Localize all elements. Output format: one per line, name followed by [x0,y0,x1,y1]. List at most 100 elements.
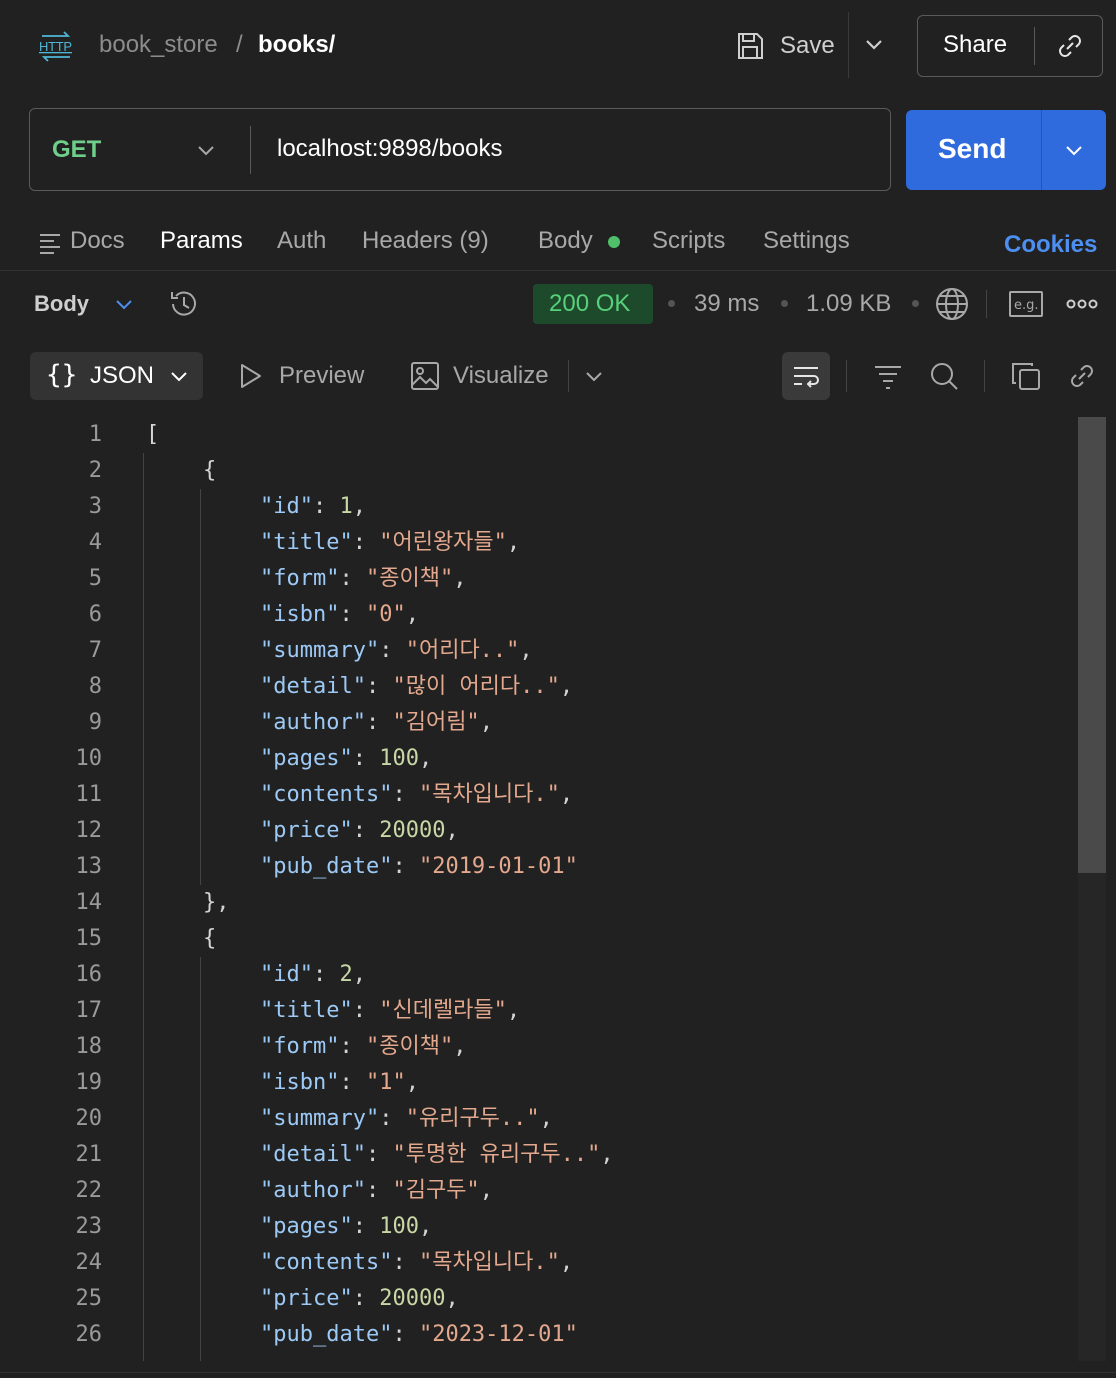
tab-auth[interactable]: Auth [277,227,326,255]
code-text: "contents": "목차입니다.", [260,777,573,813]
code-text: "contents": "목차입니다.", [260,1245,573,1281]
line-number: 13 [75,854,103,879]
code-token: 100 [379,746,419,771]
chevron-down-icon[interactable] [112,292,136,316]
send-options-chevron-down-icon[interactable] [1062,138,1086,162]
code-line: 5 "form": "종이책", [0,561,1078,597]
breadcrumb-collection[interactable]: book_store [99,31,218,59]
chevron-down-icon [167,364,191,388]
docs-icon[interactable] [38,232,62,254]
response-time[interactable]: 39 ms [694,290,759,318]
code-text: "title": "신데렐라들", [260,993,520,1029]
share-button[interactable]: Share [943,31,1007,59]
code-line: 24 "contents": "목차입니다.", [0,1245,1078,1281]
code-line: 3 "id": 1, [0,489,1078,525]
code-text: { [203,921,216,957]
line-number: 5 [88,566,102,591]
send-button[interactable]: Send [938,133,1006,165]
code-token: , [453,566,467,591]
code-text: "summary": "유리구두..", [260,1101,553,1137]
code-text: [ [146,417,159,453]
link-icon[interactable] [1066,360,1098,392]
code-line: 16 "id": 2, [0,957,1078,993]
line-number: 24 [75,1250,103,1275]
code-token: : [365,1142,393,1167]
code-line: 4 "title": "어린왕자들", [0,525,1078,561]
code-token: : [339,1034,366,1059]
code-line: 21 "detail": "투명한 유리구두..", [0,1137,1078,1173]
code-token: : [352,1214,380,1239]
code-line: 23 "pages": 100, [0,1209,1078,1245]
save-options-chevron-down-icon[interactable] [860,30,888,58]
chevron-down-icon[interactable] [582,364,606,388]
code-token: "id" [260,962,313,987]
more-options-icon[interactable] [1066,294,1098,314]
tab-params[interactable]: Params [160,227,243,255]
code-token: "author" [260,1178,366,1203]
tab-settings[interactable]: Settings [763,227,850,255]
code-text: }, [203,885,230,921]
code-line: 18 "form": "종이책", [0,1029,1078,1065]
preview-button[interactable]: Preview [279,362,364,390]
code-token: 100 [379,1214,419,1239]
copy-icon[interactable] [1010,360,1042,392]
image-icon[interactable] [409,360,441,392]
code-token: "0" [365,602,406,627]
method-select[interactable]: GET [52,136,101,164]
line-number: 9 [88,710,102,735]
code-line: 17 "title": "신데렐라들", [0,993,1078,1029]
response-size[interactable]: 1.09 KB [806,290,891,318]
code-token: "contents" [260,782,393,807]
save-button[interactable]: Save [734,22,835,70]
line-number: 21 [75,1142,103,1167]
code-token: , [405,1070,419,1095]
line-number: 11 [75,782,103,807]
code-token: { [203,926,217,951]
code-line: 15 { [0,921,1078,957]
code-token: , [506,998,521,1023]
code-text: "price": 20000, [260,1281,459,1317]
tab-docs[interactable]: Docs [70,227,125,255]
code-token: , [479,710,493,735]
url-input[interactable]: localhost:9898/books [277,135,503,163]
copy-link-icon[interactable] [1054,30,1086,62]
globe-icon[interactable] [934,286,970,322]
line-number: 22 [75,1178,103,1203]
history-icon[interactable] [167,287,201,321]
wrap-text-icon [790,360,822,392]
code-token: , [445,818,459,843]
chevron-down-icon[interactable] [194,138,218,162]
code-token: "유리구두.." [405,1106,540,1131]
example-icon[interactable]: e.g. [1008,289,1044,319]
play-icon[interactable] [238,362,264,390]
code-token: : [379,638,406,663]
svg-text:e.g.: e.g. [1014,298,1039,313]
tab-headers[interactable]: Headers (9) [362,227,489,255]
tab-scripts[interactable]: Scripts [652,227,725,255]
line-number: 10 [75,746,103,771]
code-token: , [559,1250,574,1275]
filter-icon[interactable] [872,360,904,392]
code-token: : [339,566,366,591]
response-view-select[interactable]: Body [34,291,89,317]
search-icon[interactable] [928,360,960,392]
code-token: "1" [365,1070,406,1095]
code-token: "summary" [260,638,380,663]
code-text: "title": "어린왕자들", [260,525,520,561]
cookies-link[interactable]: Cookies [1004,231,1097,259]
code-token: 1 [339,494,353,519]
divider [1041,110,1042,190]
code-line: 14}, [0,885,1078,921]
response-body-editor[interactable]: 1[2{3 "id": 1, 4 "title": "어린왕자들", 5 "form": … [0,417,1078,1361]
tab-body[interactable]: Body [538,227,593,255]
code-text: "summary": "어리다..", [260,633,533,669]
braces-icon: {} [46,360,78,390]
breadcrumb-separator: / [236,31,243,58]
code-token: "id" [260,494,313,519]
code-line: 13 "pub_date": "2019-01-01" [0,849,1078,885]
visualize-button[interactable]: Visualize [453,362,549,390]
scrollbar-thumb[interactable] [1078,417,1106,873]
request-name[interactable]: books/ [258,31,335,59]
code-line: 19 "isbn": "1", [0,1065,1078,1101]
code-token: : [392,782,419,807]
